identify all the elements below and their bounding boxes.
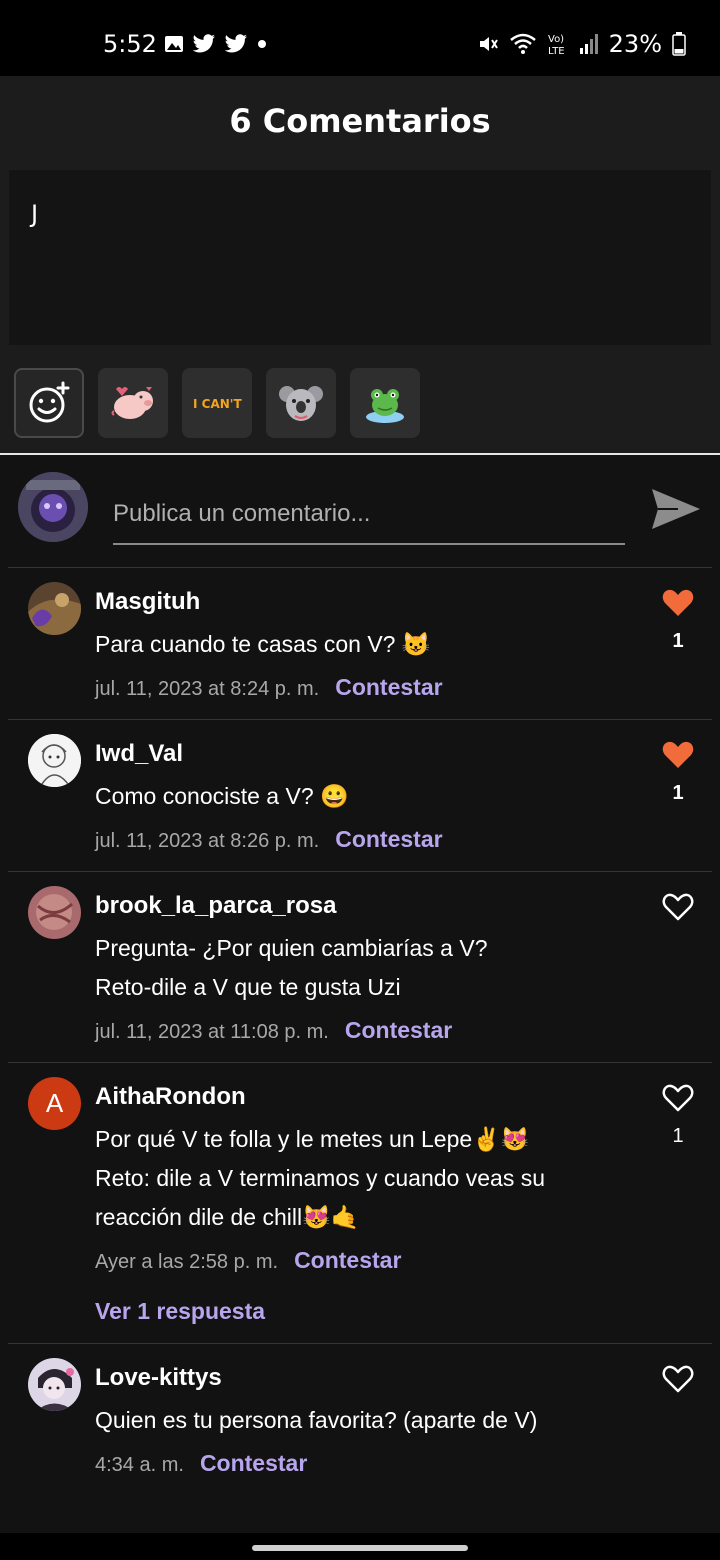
comment-meta: Ayer a las 2:58 p. m. Contestar <box>95 1247 401 1274</box>
battery-percent: 23% <box>608 30 662 58</box>
mute-icon <box>479 37 498 51</box>
reply-button[interactable]: Contestar <box>335 674 442 701</box>
comment-username[interactable]: Love-kittys <box>95 1364 222 1392</box>
comment-text: Reto: dile a V terminamos y cuando veas … <box>95 1165 546 1191</box>
status-time: 5:52 <box>103 30 157 58</box>
comment-text: Como conociste a V? 😀 <box>95 783 349 809</box>
comment-text: Reto-dile a V que te gusta Uzi <box>95 974 401 1000</box>
comment-username[interactable]: Masgituh <box>95 588 200 616</box>
comment-input-row <box>0 455 720 567</box>
sticker-bar: I CAN'T <box>0 354 720 455</box>
home-gesture-handle[interactable] <box>252 1545 468 1551</box>
comment-item: Love-kittys Quien es tu persona favorita… <box>0 1344 720 1504</box>
koala-sticker-icon <box>279 386 323 421</box>
sticker-frog[interactable] <box>350 368 420 438</box>
reply-button[interactable]: Contestar <box>294 1247 401 1274</box>
comment-item: A AithaRondon Por qué V te folla y le me… <box>0 1063 720 1343</box>
comment-item: brook_la_parca_rosa Pregunta- ¿Por quien… <box>0 872 720 1062</box>
heart-outline-icon[interactable] <box>662 892 694 922</box>
heart-outline-icon[interactable] <box>662 1083 694 1113</box>
signal-icon <box>579 34 598 54</box>
reply-button[interactable]: Contestar <box>345 1017 452 1044</box>
reply-button[interactable]: Contestar <box>200 1450 307 1477</box>
comment-meta: 4:34 a. m. Contestar <box>95 1450 307 1477</box>
avatar[interactable] <box>28 1358 81 1411</box>
avatar-letter: A <box>45 1088 64 1118</box>
comment-item: Iwd_Val Como conociste a V? 😀 jul. 11, 2… <box>0 720 720 871</box>
view-replies-link[interactable]: Ver 1 respuesta <box>95 1298 265 1325</box>
comment-text: reacción dile de chill😻🤙 <box>95 1204 360 1230</box>
pig-sticker-icon <box>111 387 153 419</box>
page-title: 6 Comentarios <box>229 102 491 140</box>
like-count: 1 <box>672 1125 684 1147</box>
comment-item: Masgituh Para cuando te casas con V? 😺 j… <box>0 568 720 719</box>
avatar[interactable]: A <box>28 1077 81 1130</box>
avatar[interactable] <box>28 582 81 635</box>
heart-outline-icon[interactable] <box>662 1364 694 1394</box>
sticker-i-cant-text: I CAN'T <box>193 397 242 411</box>
avatar[interactable] <box>28 886 81 939</box>
draft-textbox[interactable]: J <box>9 170 711 345</box>
my-avatar <box>18 472 88 542</box>
wifi-icon <box>509 33 536 54</box>
comment-text: Por qué V te folla y le metes un Lepe✌️😻 <box>95 1126 530 1152</box>
dot-icon <box>258 40 266 48</box>
comment-meta: jul. 11, 2023 at 8:26 p. m. Contestar <box>95 826 443 853</box>
frog-sticker-icon <box>366 389 404 423</box>
svg-text:LTE: LTE <box>548 46 565 56</box>
comment-username[interactable]: brook_la_parca_rosa <box>95 892 336 920</box>
draft-area: J <box>0 166 720 354</box>
sticker-pig[interactable] <box>98 368 168 438</box>
like-count: 1 <box>672 782 684 804</box>
reply-button[interactable]: Contestar <box>335 826 442 853</box>
heart-filled-icon[interactable] <box>662 740 694 770</box>
comment-date: jul. 11, 2023 at 11:08 p. m. <box>95 1021 329 1043</box>
comment-username[interactable]: AithaRondon <box>95 1083 246 1111</box>
navigation-bar <box>0 1533 720 1560</box>
status-bar: 5:52 Vo) LTE 23% <box>0 0 720 76</box>
comments-header: 6 Comentarios <box>0 76 720 166</box>
avatar[interactable] <box>28 734 81 787</box>
battery-icon <box>672 32 686 56</box>
heart-filled-icon[interactable] <box>662 588 694 618</box>
volte-icon: Vo)LTE <box>548 34 565 56</box>
emoji-picker-icon <box>29 381 70 423</box>
comment-username[interactable]: Iwd_Val <box>95 740 183 768</box>
like-count: 1 <box>672 630 684 652</box>
draft-text: J <box>31 200 39 228</box>
comment-text: Pregunta- ¿Por quien cambiarías a V? <box>95 935 488 961</box>
comment-meta: jul. 11, 2023 at 8:24 p. m. Contestar <box>95 674 443 701</box>
twitter-icon <box>224 34 247 53</box>
comment-date: Ayer a las 2:58 p. m. <box>95 1251 279 1273</box>
notification-icons <box>164 34 268 54</box>
comment-text: Para cuando te casas con V? 😺 <box>95 631 431 657</box>
system-icons: Vo) LTE 23% <box>477 30 686 58</box>
comment-text: Quien es tu persona favorita? (aparte de… <box>95 1407 538 1433</box>
comment-date: 4:34 a. m. <box>95 1454 184 1476</box>
send-icon[interactable] <box>648 481 704 537</box>
sticker-i-cant[interactable]: I CAN'T <box>182 368 252 438</box>
comment-input[interactable] <box>113 485 625 545</box>
twitter-icon <box>192 34 215 53</box>
i-cant-sticker-icon: I CAN'T <box>193 397 242 411</box>
comment-date: jul. 11, 2023 at 8:24 p. m. <box>95 678 320 700</box>
svg-text:Vo): Vo) <box>548 34 564 45</box>
sticker-koala[interactable] <box>266 368 336 438</box>
emoji-picker-button[interactable] <box>14 368 84 438</box>
gallery-icon <box>165 36 183 52</box>
comment-meta: jul. 11, 2023 at 11:08 p. m. Contestar <box>95 1017 452 1044</box>
comment-date: jul. 11, 2023 at 8:26 p. m. <box>95 830 320 852</box>
